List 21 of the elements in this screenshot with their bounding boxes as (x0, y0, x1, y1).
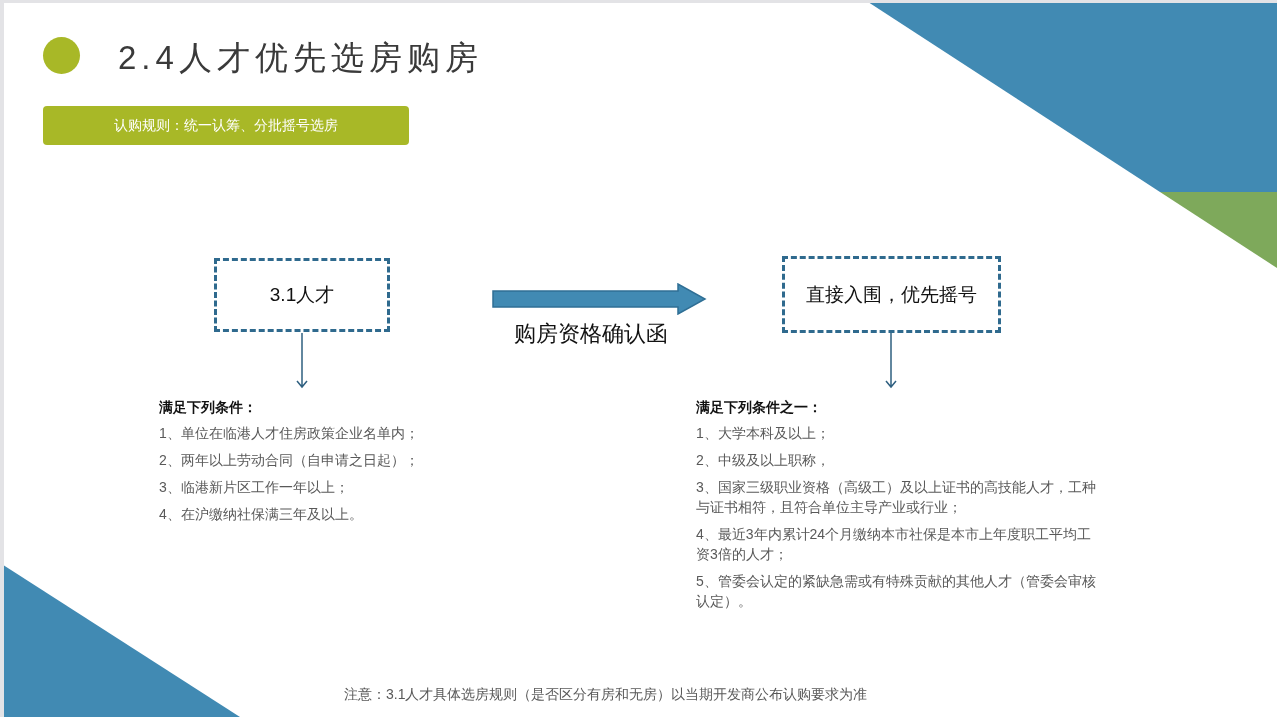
dashed-box: 直接入围，优先摇号 (782, 256, 1001, 333)
condition-item: 2、两年以上劳动合同（自申请之日起）； (159, 451, 420, 470)
condition-item: 2、中级及以上职称， (696, 451, 831, 470)
dashed-box: 3.1人才 (214, 258, 390, 332)
down-arrow-icon (885, 333, 897, 389)
rule-banner: 认购规则：统一认筹、分批摇号选房 (43, 106, 409, 145)
slide-title: 2.4人才优先选房购房 (118, 38, 483, 78)
down-arrow-icon (296, 333, 308, 389)
condition-item: 3、国家三级职业资格（高级工）及以上证书的高技能人才，工种与证书相符，且符合单位主导产业或行业； (696, 478, 1096, 517)
condition-item: 1、单位在临港人才住房政策企业名单内； (159, 424, 420, 443)
right-arrow-icon (492, 283, 707, 315)
condition-item: 4、在沪缴纳社保满三年及以上。 (159, 505, 364, 524)
footnote: 注意：3.1人才具体选房规则（是否区分有房和无房）以当期开发商公布认购要求为准 (344, 686, 868, 704)
condition-item: 5、管委会认定的紧缺急需或有特殊贡献的其他人才（管委会审核认定）。 (696, 572, 1096, 611)
bullet-dot (43, 37, 80, 74)
condition-item: 1、大学本科及以上； (696, 424, 831, 443)
conditions-heading: 满足下列条件之一： (696, 399, 823, 417)
condition-item: 4、最近3年内累计24个月缴纳本市社保是本市上年度职工平均工资3倍的人才； (696, 525, 1093, 564)
condition-item: 3、临港新片区工作一年以上； (159, 478, 350, 497)
conditions-heading: 满足下列条件： (159, 399, 258, 417)
arrow-label: 购房资格确认函 (514, 320, 668, 348)
